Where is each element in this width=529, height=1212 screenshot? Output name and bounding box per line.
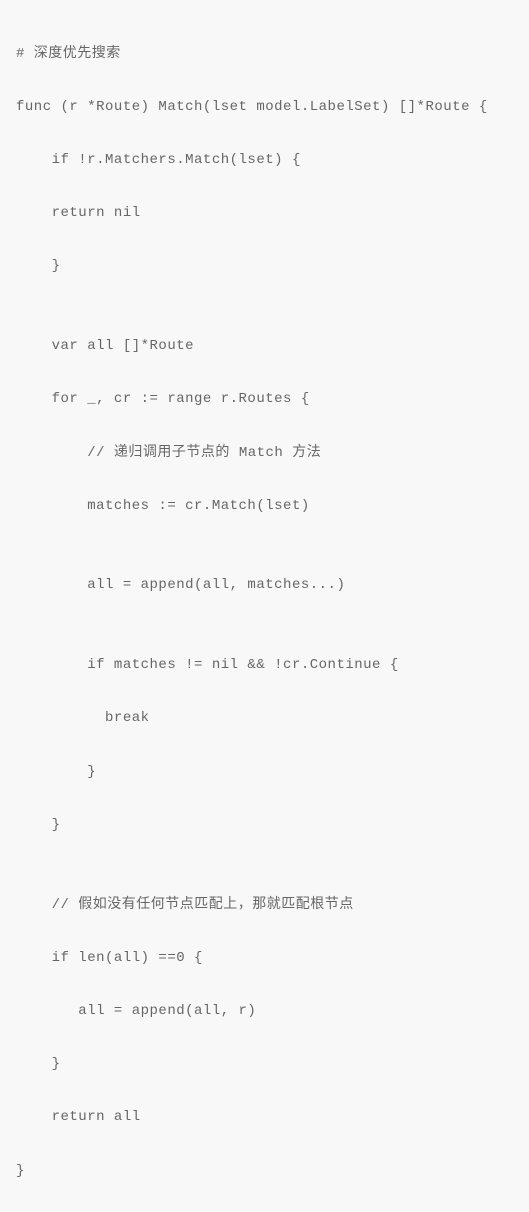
code-line: func (r *Route) Match(lset model.LabelSe… xyxy=(16,94,513,121)
code-line: } xyxy=(16,812,513,839)
code-line: break xyxy=(16,705,513,732)
code-line: // 递归调用子节点的 Match 方法 xyxy=(16,440,513,467)
code-line: } xyxy=(16,1051,513,1078)
code-line: all = append(all, r) xyxy=(16,998,513,1025)
code-line: for _, cr := range r.Routes { xyxy=(16,386,513,413)
code-line: return nil xyxy=(16,200,513,227)
code-line: # 深度优先搜索 xyxy=(16,41,513,68)
code-block: # 深度优先搜索 func (r *Route) Match(lset mode… xyxy=(16,14,513,1211)
code-line: if matches != nil && !cr.Continue { xyxy=(16,652,513,679)
code-line: all = append(all, matches...) xyxy=(16,572,513,599)
code-line: return all xyxy=(16,1104,513,1131)
code-line: } xyxy=(16,1158,513,1185)
code-line: // 假如没有任何节点匹配上，那就匹配根节点 xyxy=(16,892,513,919)
code-line: matches := cr.Match(lset) xyxy=(16,493,513,520)
code-line: } xyxy=(16,253,513,280)
code-line: if len(all) ==0 { xyxy=(16,945,513,972)
code-line: var all []*Route xyxy=(16,333,513,360)
code-line: } xyxy=(16,759,513,786)
code-line: if !r.Matchers.Match(lset) { xyxy=(16,147,513,174)
